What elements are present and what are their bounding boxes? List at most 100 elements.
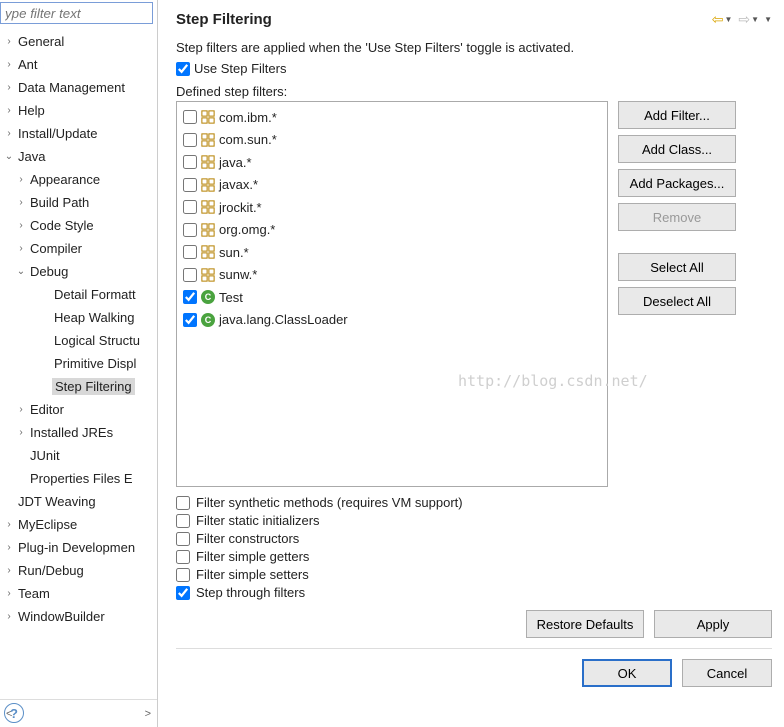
apply-button[interactable]: Apply <box>654 610 772 638</box>
option-checkbox[interactable] <box>176 496 190 510</box>
tree-item-label: Install/Update <box>16 126 98 141</box>
filter-item[interactable]: jrockit.* <box>183 196 601 219</box>
option-checkbox[interactable] <box>176 550 190 564</box>
filter-checkbox[interactable] <box>183 268 197 282</box>
filter-checkbox[interactable] <box>183 155 197 169</box>
expand-icon[interactable]: › <box>2 611 16 622</box>
filter-checkbox[interactable] <box>183 178 197 192</box>
filter-checkbox[interactable] <box>183 133 197 147</box>
tree-item[interactable]: Primitive Displ <box>0 352 157 375</box>
option-checkbox[interactable] <box>176 586 190 600</box>
tree-item[interactable]: JUnit <box>0 444 157 467</box>
remove-button[interactable]: Remove <box>618 203 736 231</box>
tree-item[interactable]: ⌄Java <box>0 145 157 168</box>
expand-icon[interactable]: › <box>14 197 28 208</box>
filter-option[interactable]: Filter simple getters <box>176 549 772 564</box>
expand-icon[interactable]: ⌄ <box>2 151 16 162</box>
filter-item[interactable]: com.sun.* <box>183 129 601 152</box>
scroll-right-icon[interactable]: > <box>145 708 151 720</box>
filter-option[interactable]: Step through filters <box>176 585 772 600</box>
expand-icon[interactable]: › <box>2 588 16 599</box>
tree-item[interactable]: ›Ant <box>0 53 157 76</box>
expand-icon[interactable]: › <box>14 220 28 231</box>
filter-item[interactable]: com.ibm.* <box>183 106 601 129</box>
expand-icon[interactable]: › <box>2 105 16 116</box>
filter-item[interactable]: Cjava.lang.ClassLoader <box>183 309 601 332</box>
expand-icon[interactable]: › <box>2 519 16 530</box>
restore-defaults-button[interactable]: Restore Defaults <box>526 610 644 638</box>
use-step-filters-checkbox[interactable]: Use Step Filters <box>176 61 772 76</box>
filter-item[interactable]: CTest <box>183 286 601 309</box>
add-packages-button[interactable]: Add Packages... <box>618 169 736 197</box>
tree-item[interactable]: ›General <box>0 30 157 53</box>
filter-item[interactable]: sun.* <box>183 241 601 264</box>
tree-item[interactable]: ›Install/Update <box>0 122 157 145</box>
filter-item[interactable]: java.* <box>183 151 601 174</box>
option-checkbox[interactable] <box>176 532 190 546</box>
tree-item[interactable]: ›MyEclipse <box>0 513 157 536</box>
tree-item[interactable]: ›Help <box>0 99 157 122</box>
filter-checkbox[interactable] <box>183 290 197 304</box>
tree-item[interactable]: ›Run/Debug <box>0 559 157 582</box>
deselect-all-button[interactable]: Deselect All <box>618 287 736 315</box>
expand-icon[interactable]: › <box>2 565 16 576</box>
expand-icon[interactable]: › <box>14 404 28 415</box>
filter-option[interactable]: Filter synthetic methods (requires VM su… <box>176 495 772 510</box>
tree-item[interactable]: Step Filtering <box>0 375 157 398</box>
use-step-filters-input[interactable] <box>176 62 190 76</box>
tree-item[interactable]: ›Appearance <box>0 168 157 191</box>
tree-item[interactable]: Detail Formatt <box>0 283 157 306</box>
filter-item[interactable]: javax.* <box>183 174 601 197</box>
tree-item[interactable]: Properties Files E <box>0 467 157 490</box>
expand-icon[interactable]: › <box>14 243 28 254</box>
filter-checkbox[interactable] <box>183 245 197 259</box>
expand-icon[interactable]: › <box>2 36 16 47</box>
filter-item[interactable]: sunw.* <box>183 264 601 287</box>
cancel-button[interactable]: Cancel <box>682 659 772 687</box>
expand-icon[interactable]: ⌄ <box>14 266 28 277</box>
tree-item[interactable]: ›Installed JREs <box>0 421 157 444</box>
ok-button[interactable]: OK <box>582 659 672 687</box>
expand-icon[interactable]: › <box>14 427 28 438</box>
filter-option[interactable]: Filter constructors <box>176 531 772 546</box>
filter-option[interactable]: Filter simple setters <box>176 567 772 582</box>
tree-item[interactable]: ›WindowBuilder <box>0 605 157 628</box>
tree-item[interactable]: ›Code Style <box>0 214 157 237</box>
tree-item[interactable]: ›Editor <box>0 398 157 421</box>
nav-back-button[interactable]: ⇦▼ <box>710 11 735 28</box>
tree-item[interactable]: JDT Weaving <box>0 490 157 513</box>
tree-item[interactable]: ›Compiler <box>0 237 157 260</box>
tree-item[interactable]: ›Team <box>0 582 157 605</box>
option-checkbox[interactable] <box>176 514 190 528</box>
filter-label: com.sun.* <box>219 132 277 147</box>
tree-item[interactable]: ›Plug-in Developmen <box>0 536 157 559</box>
tree-item[interactable]: ›Data Management <box>0 76 157 99</box>
tree-item[interactable]: ›Build Path <box>0 191 157 214</box>
filter-checkbox[interactable] <box>183 313 197 327</box>
tree-item[interactable]: ⌄Debug <box>0 260 157 283</box>
step-filters-list[interactable]: com.ibm.* com.sun.* java.*javax.*jrockit.*… <box>176 101 608 487</box>
add-class-button[interactable]: Add Class... <box>618 135 736 163</box>
filter-item[interactable]: org.omg.* <box>183 219 601 242</box>
select-all-button[interactable]: Select All <box>618 253 736 281</box>
expand-icon[interactable]: › <box>2 59 16 70</box>
tree-item[interactable]: Heap Walking <box>0 306 157 329</box>
option-checkbox[interactable] <box>176 568 190 582</box>
expand-icon[interactable]: › <box>2 542 16 553</box>
preferences-tree[interactable]: ›General›Ant›Data Management›Help›Instal… <box>0 28 157 699</box>
filter-option[interactable]: Filter static initializers <box>176 513 772 528</box>
tree-item-label: Appearance <box>28 172 100 187</box>
menu-dropdown-icon[interactable]: ▼ <box>763 15 772 24</box>
tree-item[interactable]: Logical Structu <box>0 329 157 352</box>
dropdown-icon: ▼ <box>724 15 733 24</box>
filter-checkbox[interactable] <box>183 110 197 124</box>
tree-filter-input[interactable] <box>0 2 153 24</box>
filter-checkbox[interactable] <box>183 200 197 214</box>
expand-icon[interactable]: › <box>14 174 28 185</box>
help-icon[interactable]: ? <box>4 703 24 723</box>
expand-icon[interactable]: › <box>2 128 16 139</box>
nav-forward-button[interactable]: ⇨▼ <box>736 11 761 28</box>
expand-icon[interactable]: › <box>2 82 16 93</box>
add-filter-button[interactable]: Add Filter... <box>618 101 736 129</box>
filter-checkbox[interactable] <box>183 223 197 237</box>
